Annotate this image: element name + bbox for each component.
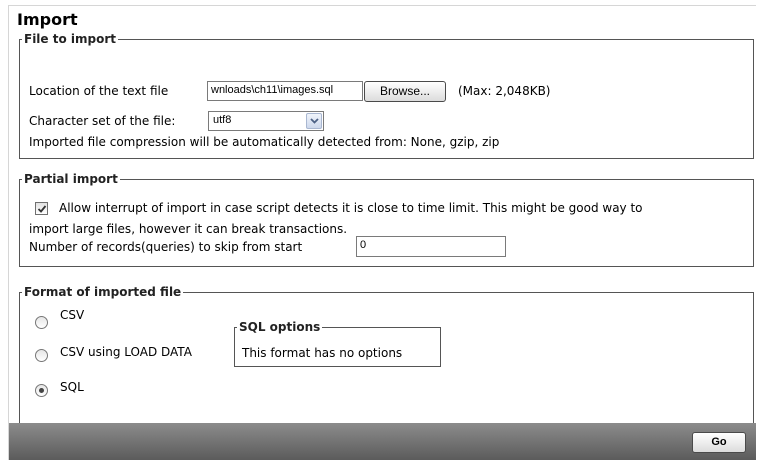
allow-interrupt-label-line2: import large files, however it can break… bbox=[29, 222, 348, 236]
compression-note: Imported file compression will be automa… bbox=[29, 135, 500, 149]
max-size-note: (Max: 2,048KB) bbox=[458, 84, 551, 98]
footer-bar bbox=[9, 423, 756, 460]
radio-selected-dot bbox=[39, 388, 44, 393]
file-to-import-legend: File to import bbox=[24, 32, 117, 46]
sql-options-text: This format has no options bbox=[242, 346, 403, 360]
go-button[interactable]: Go bbox=[692, 432, 746, 453]
allow-interrupt-checkbox[interactable] bbox=[35, 202, 48, 215]
skip-records-input[interactable]: 0 bbox=[356, 236, 506, 257]
charset-selected-value: utf8 bbox=[213, 114, 232, 126]
charset-label: Character set of the file: bbox=[29, 114, 176, 128]
page-title: Import bbox=[17, 10, 78, 29]
format-csv-radio[interactable] bbox=[35, 316, 48, 329]
format-sql-label[interactable]: SQL bbox=[60, 380, 84, 394]
format-sql-radio[interactable] bbox=[35, 384, 48, 397]
format-csv-load-data-radio[interactable] bbox=[35, 349, 48, 362]
chevron-down-icon[interactable] bbox=[306, 113, 322, 129]
sql-options-legend: SQL options bbox=[239, 320, 321, 334]
partial-import-legend: Partial import bbox=[24, 172, 118, 186]
file-path-input[interactable]: wnloads\ch11\images.sql bbox=[207, 81, 363, 101]
browse-button[interactable]: Browse... bbox=[364, 81, 446, 102]
skip-records-label: Number of records(queries) to skip from … bbox=[29, 240, 303, 254]
format-csv-label[interactable]: CSV bbox=[60, 308, 84, 322]
format-legend: Format of imported file bbox=[24, 285, 182, 299]
location-label: Location of the text file bbox=[29, 84, 169, 98]
format-csv-load-data-label[interactable]: CSV using LOAD DATA bbox=[60, 345, 192, 359]
allow-interrupt-label-line1: Allow interrupt of import in case script… bbox=[59, 201, 643, 215]
charset-select[interactable]: utf8 bbox=[208, 111, 324, 131]
